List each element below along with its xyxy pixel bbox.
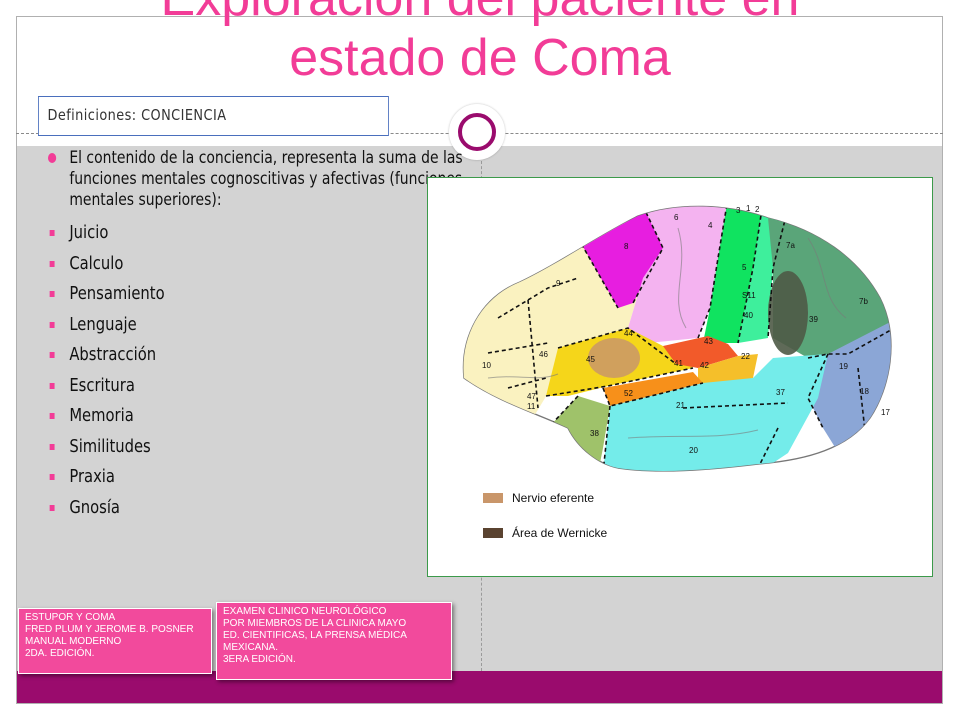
footer-bar [17, 671, 942, 703]
square-bullet-icon [49, 230, 55, 236]
area-label: 52 [624, 389, 633, 398]
list-item-label: Similitudes [69, 435, 151, 457]
area-label: 20 [689, 446, 698, 455]
area-label: 11 [527, 402, 536, 411]
round-bullet-icon [48, 153, 57, 163]
area-label: 21 [676, 401, 685, 410]
square-bullet-icon [49, 474, 55, 480]
list-item: Juicio [48, 218, 474, 249]
area-label: 5 [742, 263, 747, 272]
definition-intro: El contenido de la conciencia, represent… [69, 148, 463, 210]
list-item: Praxia [48, 462, 474, 493]
legend-swatch-wernicke [483, 528, 503, 538]
square-bullet-icon [49, 260, 55, 267]
area-label: 4 [708, 221, 713, 230]
reference-line: FRED PLUM Y JEROME B. POSNER [25, 624, 194, 635]
legend-label-wernicke: Área de Wernicke [512, 525, 607, 540]
section-subtitle: Definiciones: CONCIENCIA [38, 96, 389, 136]
square-bullet-icon [49, 504, 55, 511]
list-item-label: Abstracción [69, 344, 157, 365]
area-label: 45 [586, 355, 595, 364]
area-label: 46 [539, 350, 548, 359]
area-label: 10 [482, 361, 491, 370]
square-bullet-icon [49, 321, 55, 328]
slide-title: Exploración del paciente en estado de Co… [20, 0, 940, 88]
ring-inner-icon [458, 113, 496, 151]
list-item: Lenguaje [48, 310, 474, 341]
area-label: 42 [700, 361, 709, 370]
list-item: Similitudes [48, 432, 474, 463]
reference-line: ED. CIENTIFICAS, LA PRENSA MÉDICA [223, 630, 407, 641]
area-label: 37 [776, 388, 785, 397]
list-item: Calculo [48, 249, 474, 280]
area-label: 2 [755, 205, 760, 214]
function-list: Juicio Calculo Pensamiento Lenguaje Abst… [48, 218, 474, 523]
list-item: Gnosía [48, 493, 474, 524]
area-label: 7a [786, 241, 795, 250]
definition-paragraph: El contenido de la conciencia, represent… [48, 148, 474, 211]
brodmann-brain-figure: 3 1 2 6 4 8 7a 9 5 S11 40 39 7b 44 10 46… [427, 177, 933, 577]
legend-swatch-efferent [483, 493, 503, 503]
area-label: 17 [881, 408, 890, 417]
list-item: Pensamiento [48, 279, 474, 310]
list-item-label: Pensamiento [69, 283, 165, 304]
list-item-label: Escritura [69, 374, 135, 396]
reference-line: 3ERA EDICIÓN. [223, 654, 296, 665]
area-label: 38 [590, 429, 599, 438]
list-item-label: Praxia [69, 466, 115, 487]
reference-line: 2DA. EDICIÓN. [25, 648, 95, 659]
slide-title-line-2: estado de Coma [289, 29, 671, 87]
square-bullet-icon [49, 382, 55, 389]
definition-text: El contenido de la conciencia, represent… [48, 148, 474, 523]
reference-line: EXAMEN CLINICO NEUROLÓGICO [223, 606, 387, 617]
area-label: 41 [674, 359, 683, 368]
area-label: 7b [859, 297, 868, 306]
area-label: 43 [704, 337, 713, 346]
square-bullet-icon [49, 443, 55, 450]
reference-line: MANUAL MODERNO [25, 636, 122, 647]
area-label: 6 [674, 213, 679, 222]
list-item: Escritura [48, 371, 474, 402]
reference-line: MEXICANA. [223, 642, 279, 653]
area-label: S11 [742, 291, 756, 300]
list-item-label: Gnosía [69, 496, 120, 518]
area-label: 8 [624, 242, 629, 251]
efferent-nerve-area [588, 338, 640, 378]
area-label: 44 [624, 329, 633, 338]
list-item: Abstracción [48, 340, 474, 371]
reference-line: POR MIEMBROS DE LA CLINICA MAYO [223, 618, 407, 629]
area-label: 9 [556, 279, 561, 288]
square-bullet-icon [49, 352, 55, 358]
legend-label-efferent: Nervio eferente [512, 491, 594, 505]
reference-line: ESTUPOR Y COMA [25, 612, 116, 623]
wernicke-area [768, 271, 808, 355]
brain-map-svg: 3 1 2 6 4 8 7a 9 5 S11 40 39 7b 44 10 46… [462, 204, 892, 540]
square-bullet-icon [49, 291, 55, 297]
square-bullet-icon [49, 413, 55, 419]
slide-title-line-1: Exploración del paciente en [20, 0, 940, 28]
area-label: 39 [809, 315, 818, 324]
list-item-label: Calculo [69, 252, 124, 274]
area-label: 18 [860, 387, 869, 396]
area-label: 22 [741, 352, 750, 361]
list-item-label: Lenguaje [69, 313, 137, 335]
list-item: Memoria [48, 401, 474, 432]
reference-box-2: EXAMEN CLINICO NEUROLÓGICO POR MIEMBROS … [216, 602, 452, 680]
reference-box-1: ESTUPOR Y COMA FRED PLUM Y JEROME B. POS… [18, 608, 212, 674]
list-item-label: Juicio [69, 222, 109, 243]
area-label: 47 [527, 392, 536, 401]
area-label: 1 [746, 204, 751, 213]
area-label: 3 [736, 206, 741, 215]
area-label: 40 [744, 311, 753, 320]
area-label: 19 [839, 362, 848, 371]
list-item-label: Memoria [69, 405, 134, 426]
